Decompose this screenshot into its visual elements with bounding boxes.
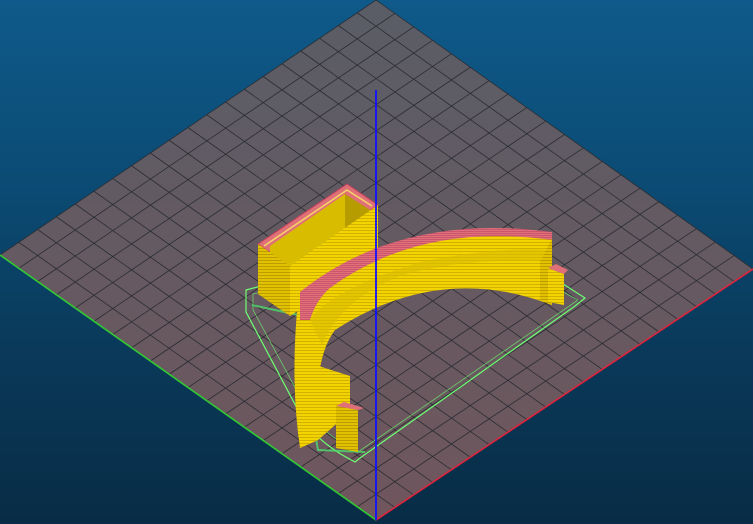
toolpath-preview[interactable] — [0, 0, 753, 524]
3d-viewport[interactable] — [0, 0, 753, 524]
